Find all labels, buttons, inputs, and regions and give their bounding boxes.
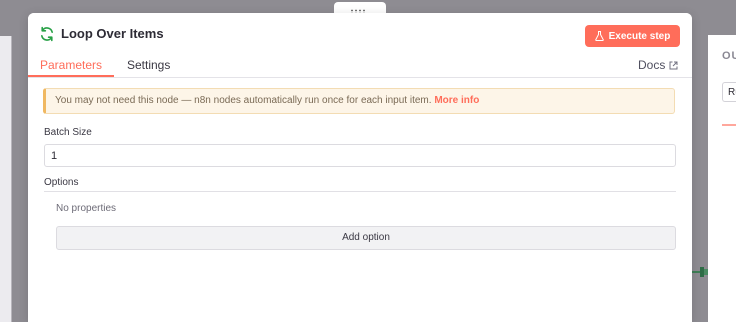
execute-step-button[interactable]: Execute step [585,25,680,47]
add-option-label: Add option [342,232,390,243]
run-selector-value: Ru [728,87,736,98]
docs-label: Docs [638,58,666,72]
input-panel-edge [0,36,12,322]
external-link-icon [669,61,678,69]
node-connector-icon [692,267,708,277]
flask-icon [594,31,604,41]
parameters-body: You may not need this node — n8n nodes a… [28,78,692,322]
output-panel-label: OU [722,50,736,62]
options-divider [44,191,676,192]
tab-settings[interactable]: Settings [127,58,170,72]
batch-size-label: Batch Size [44,127,92,138]
add-option-button[interactable]: Add option [56,226,676,250]
notice-text: You may not need this node — n8n nodes a… [55,95,432,106]
batch-size-input[interactable] [44,144,676,167]
node-details-panel: Loop Over Items Execute step Parameters … [28,13,692,322]
sync-icon [41,26,53,42]
panel-header: Loop Over Items Execute step Parameters … [28,13,692,78]
node-title[interactable]: Loop Over Items [61,26,164,41]
options-label: Options [44,177,79,188]
more-info-link[interactable]: More info [434,95,479,106]
tab-parameters[interactable]: Parameters [40,58,102,72]
output-tab-indicator [722,124,736,126]
output-panel: OU Ru [708,35,736,322]
execute-step-label: Execute step [608,30,671,42]
no-properties-text: No properties [56,203,117,214]
info-notice: You may not need this node — n8n nodes a… [43,88,675,114]
run-selector[interactable]: Ru [722,82,736,102]
active-tab-indicator [28,75,114,77]
docs-link[interactable]: Docs [638,58,678,72]
